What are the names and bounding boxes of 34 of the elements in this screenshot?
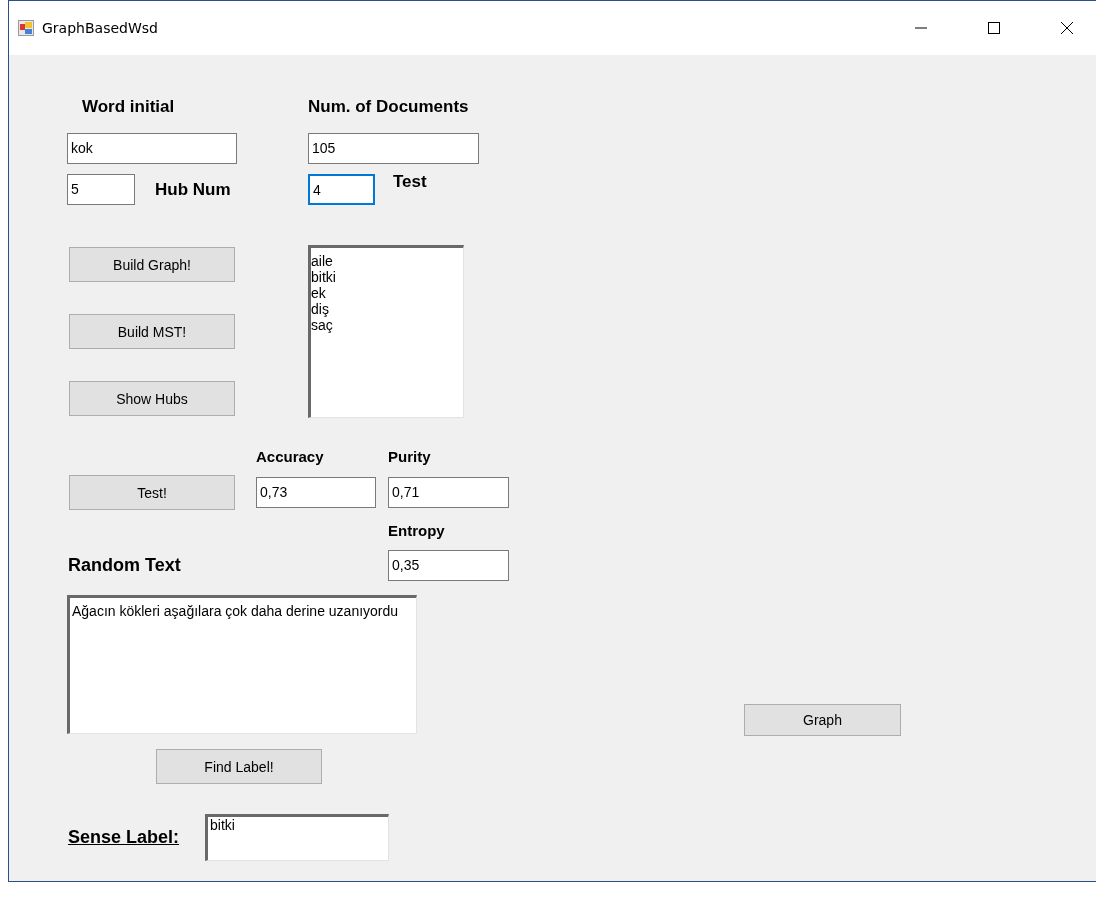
window-title: GraphBasedWsd — [42, 20, 158, 36]
close-icon[interactable] — [1060, 21, 1074, 35]
field-label: Test — [393, 172, 427, 192]
text-field[interactable]: 4 — [308, 174, 375, 205]
field-label: Random Text — [68, 555, 182, 576]
list-item[interactable]: ek — [311, 285, 463, 301]
app-icon — [18, 20, 34, 36]
list-item[interactable]: diş — [311, 301, 463, 317]
field-label: Sense Label: — [68, 827, 180, 848]
list-item[interactable]: saç — [311, 317, 463, 333]
text-field[interactable]: 0,73 — [256, 477, 376, 508]
hub-list[interactable]: aile bitki ek diş saç — [308, 245, 464, 418]
test-button[interactable]: Test! — [69, 475, 235, 510]
field-label: Purity — [388, 448, 432, 465]
text-area[interactable]: Ağacın kökleri aşağılara çok daha derine uzanıyordu — [67, 595, 417, 734]
graph-button[interactable]: Graph — [744, 704, 901, 736]
maximize-icon[interactable] — [987, 21, 1001, 35]
field-label: Hub Num — [155, 179, 231, 200]
field-label: Accuracy — [256, 448, 325, 465]
field-label: Word initial — [82, 97, 175, 116]
action-button[interactable]: Show Hubs — [69, 381, 235, 416]
field-label: Entropy — [388, 522, 446, 539]
text-field[interactable]: 105 — [308, 133, 479, 164]
list-item[interactable]: aile — [311, 253, 463, 269]
text-field[interactable]: 0,71 — [388, 477, 509, 508]
field-label: Num. of Documents — [308, 97, 469, 117]
text-field[interactable]: bitki — [205, 814, 390, 861]
list-item[interactable]: bitki — [311, 269, 463, 285]
text-field[interactable]: 0,35 — [388, 550, 509, 581]
action-button[interactable]: Build MST! — [69, 314, 235, 349]
text-field[interactable]: kok — [67, 133, 237, 164]
find-label-button[interactable]: Find Label! — [156, 749, 322, 784]
text-field[interactable]: 5 — [67, 174, 135, 205]
action-button[interactable]: Build Graph! — [69, 247, 235, 282]
